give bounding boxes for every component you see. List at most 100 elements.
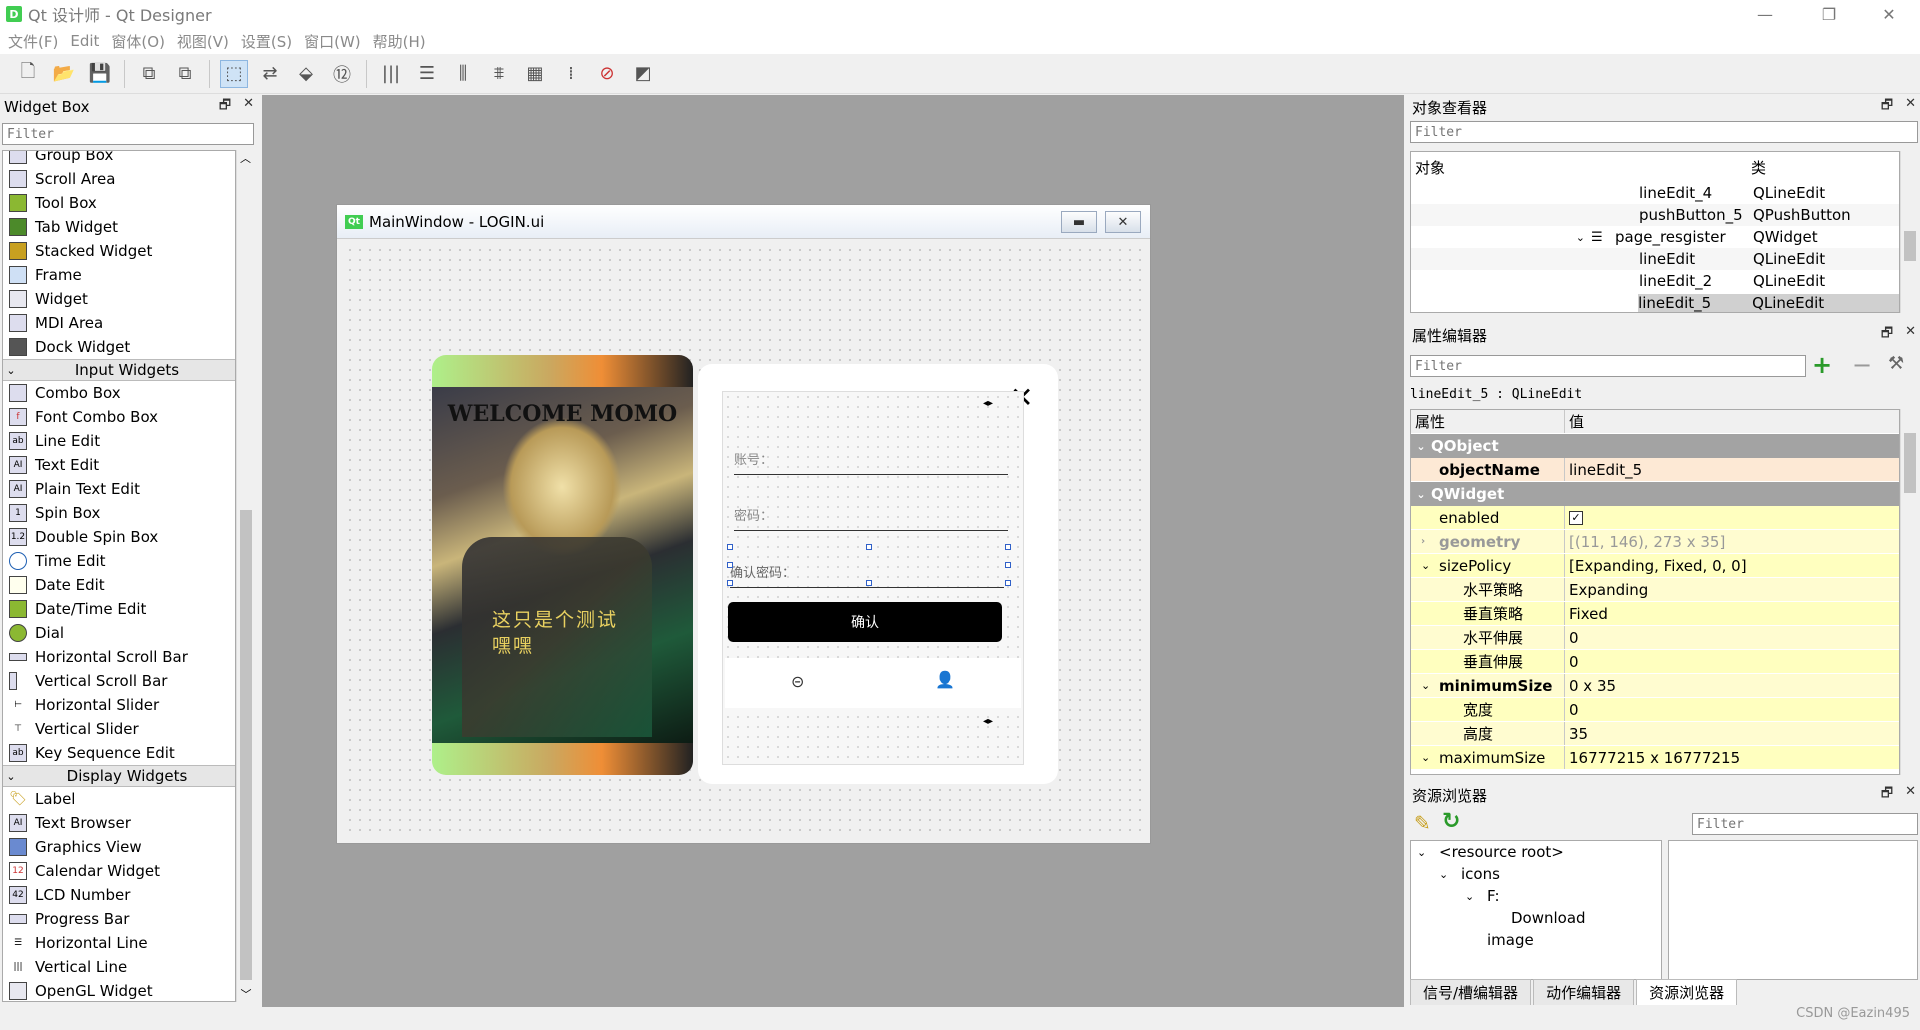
widget-item[interactable]: ⊢ Horizontal Slider	[3, 693, 235, 717]
widget-item[interactable]: MDI Area	[3, 311, 235, 335]
property-maximumsize[interactable]: ⌄ maximumSize 16777215 x 16777215	[1411, 746, 1899, 770]
widget-item[interactable]: ab Key Sequence Edit	[3, 741, 235, 765]
tab-resource-browser[interactable]: 资源浏览器	[1636, 979, 1738, 1005]
resource-f[interactable]: ⌄ F:	[1411, 885, 1661, 907]
chevron-down-icon[interactable]: ⌄	[1411, 231, 1591, 244]
float-icon[interactable]: 🗗	[1881, 324, 1893, 346]
form-minimize-button[interactable]: ▬	[1061, 211, 1097, 233]
widget-item[interactable]: Frame	[3, 263, 235, 287]
widget-item[interactable]: Vertical Scroll Bar	[3, 669, 235, 693]
layout-v-splitter-icon[interactable]: ⩨	[485, 60, 513, 88]
edit-widgets-icon[interactable]: ⬚	[220, 59, 248, 88]
chevron-down-icon[interactable]: ⌄	[1421, 679, 1439, 692]
widget-item[interactable]: Combo Box	[3, 381, 235, 405]
property-vstretch[interactable]: 垂直伸展 0	[1411, 650, 1899, 674]
send-back-icon[interactable]: ⧉	[171, 60, 199, 88]
property-filter-input[interactable]	[1410, 355, 1806, 377]
widget-item[interactable]: Date Edit	[3, 573, 235, 597]
adjust-size-icon[interactable]: ◩	[629, 60, 657, 88]
resource-icons[interactable]: ⌄ icons	[1411, 863, 1661, 885]
resource-root[interactable]: ⌄ <resource root>	[1411, 841, 1661, 863]
category-input-widgets[interactable]: ⌄ Input Widgets	[3, 359, 235, 381]
category-qwidget[interactable]: ⌄ QWidget	[1411, 482, 1899, 506]
widget-item[interactable]: Tab Widget	[3, 215, 235, 239]
widget-item[interactable]: 1 Spin Box	[3, 501, 235, 525]
widget-item[interactable]: AI Plain Text Edit	[3, 477, 235, 501]
layout-horizontal-icon[interactable]: |||	[377, 60, 405, 88]
float-icon[interactable]: 🗗	[1881, 784, 1893, 806]
tab-signal-slot-editor[interactable]: 信号/槽编辑器	[1410, 979, 1532, 1005]
resource-download[interactable]: Download	[1411, 907, 1661, 929]
object-row[interactable]: pushButton_5 QPushButton	[1411, 204, 1899, 226]
widget-item[interactable]: ||| Vertical Line	[3, 955, 235, 979]
chevron-down-icon[interactable]: ⌄	[1421, 751, 1439, 764]
float-icon[interactable]: 🗗	[219, 96, 231, 118]
object-row[interactable]: lineEdit_2 QLineEdit	[1411, 270, 1899, 292]
bring-front-icon[interactable]: ⧉	[135, 60, 163, 88]
scroll-thumb[interactable]	[240, 510, 252, 980]
widget-item[interactable]: 12 Calendar Widget	[3, 859, 235, 883]
form-canvas[interactable]: WELCOME MOMO 这只是个测试 嘿嘿	[345, 245, 1142, 837]
widget-item[interactable]: ☰ Horizontal Line	[3, 931, 235, 955]
widget-item[interactable]: OpenGL Widget	[3, 979, 235, 1001]
property-objectname[interactable]: objectName lineEdit_5	[1411, 458, 1899, 482]
widget-item[interactable]: Date/Time Edit	[3, 597, 235, 621]
menu-window[interactable]: 窗口(W)	[304, 31, 361, 52]
edit-resources-pencil-icon[interactable]: ✎	[1414, 811, 1431, 835]
close-window-button[interactable]: ✕	[1866, 0, 1912, 28]
close-icon[interactable]: ✕	[243, 96, 254, 118]
object-row[interactable]: ⌄ ☰ page_resgister QWidget	[1411, 226, 1899, 248]
property-scrollbar[interactable]	[1900, 409, 1918, 775]
float-icon[interactable]: 🗗	[1881, 96, 1893, 118]
widget-item[interactable]: Widget	[3, 287, 235, 311]
widget-item[interactable]: Horizontal Scroll Bar	[3, 645, 235, 669]
widget-item[interactable]: 42 LCD Number	[3, 883, 235, 907]
widget-item[interactable]: Time Edit	[3, 549, 235, 573]
widget-item[interactable]: AI Text Edit	[3, 453, 235, 477]
edit-signals-icon[interactable]: ⇄	[256, 60, 284, 88]
minimize-button[interactable]: —	[1742, 0, 1788, 28]
layout-h-splitter-icon[interactable]: ⫼	[449, 60, 477, 88]
property-width[interactable]: 宽度 0	[1411, 698, 1899, 722]
save-icon[interactable]: 💾	[86, 60, 114, 88]
object-tree-scrollbar[interactable]	[1900, 151, 1918, 313]
tab-action-editor[interactable]: 动作编辑器	[1533, 979, 1635, 1005]
form-window[interactable]: Qt MainWindow - LOGIN.ui ▬ ✕ WELCOME MOM…	[336, 204, 1151, 844]
scroll-up-icon[interactable]: ︿	[237, 150, 254, 166]
property-enabled[interactable]: enabled ✓	[1411, 506, 1899, 530]
widget-item[interactable]: f Font Combo Box	[3, 405, 235, 429]
widget-item[interactable]: Dial	[3, 621, 235, 645]
object-filter-input[interactable]	[1410, 121, 1918, 143]
remove-property-icon[interactable]: −	[1852, 351, 1872, 379]
open-file-icon[interactable]: 📂	[50, 60, 78, 88]
object-row-selected[interactable]: lineEdit_5 QLineEdit	[1411, 292, 1899, 312]
widget-item[interactable]: Scroll Area	[3, 167, 235, 191]
close-icon[interactable]: ✕	[1905, 324, 1916, 346]
enabled-checkbox[interactable]: ✓	[1569, 510, 1583, 525]
menu-settings[interactable]: 设置(S)	[241, 31, 292, 52]
layout-form-icon[interactable]: ⁞	[557, 60, 585, 88]
layout-grid-icon[interactable]: ▦	[521, 60, 549, 88]
edit-buddies-icon[interactable]: ⬙	[292, 60, 320, 88]
object-row[interactable]: lineEdit QLineEdit	[1411, 248, 1899, 270]
resource-filter-input[interactable]	[1692, 813, 1918, 835]
widget-item[interactable]: Progress Bar	[3, 907, 235, 931]
widget-item[interactable]: AI Text Browser	[3, 811, 235, 835]
widget-box-scrollbar[interactable]: ︿ ﹀	[236, 150, 254, 1002]
widget-item[interactable]: Tool Box	[3, 191, 235, 215]
widget-item[interactable]: Graphics View	[3, 835, 235, 859]
object-row[interactable]: lineEdit_4 QLineEdit	[1411, 182, 1899, 204]
configure-wrench-icon[interactable]: ⚒	[1888, 353, 1904, 374]
property-vpolicy[interactable]: 垂直策略 Fixed	[1411, 602, 1899, 626]
chevron-right-icon[interactable]: ›	[1421, 536, 1439, 547]
menu-help[interactable]: 帮助(H)	[373, 31, 426, 52]
close-icon[interactable]: ✕	[1905, 784, 1916, 806]
menu-edit[interactable]: Edit	[70, 32, 99, 50]
scroll-down-icon[interactable]: ﹀	[237, 986, 255, 1002]
menu-file[interactable]: 文件(F)	[8, 31, 58, 52]
menu-form[interactable]: 窗体(O)	[111, 31, 165, 52]
widget-item[interactable]: Group Box	[3, 151, 235, 167]
add-dynamic-property-icon[interactable]: +	[1812, 351, 1832, 379]
widget-item[interactable]: ⊤ Vertical Slider	[3, 717, 235, 741]
category-qobject[interactable]: ⌄ QObject	[1411, 434, 1899, 458]
